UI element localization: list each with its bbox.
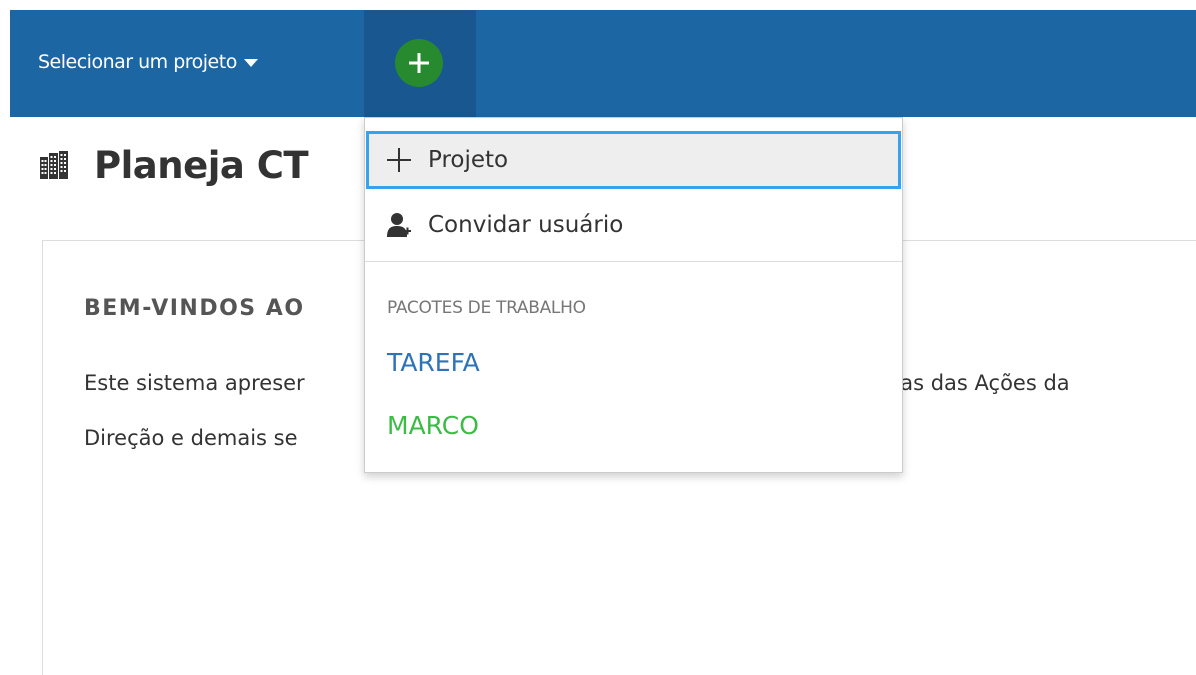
work-package-milestone-link[interactable]: MARCO (387, 411, 479, 440)
page-title: Planeja CT (94, 143, 309, 187)
menu-item-project[interactable]: Projeto (366, 131, 901, 189)
building-icon (40, 151, 68, 179)
add-dropdown-menu: Projeto Convidar usuário PACOTES DE TRAB… (364, 117, 903, 473)
page: Selecionar um projeto Planeja CT BEM-VIN… (0, 0, 1196, 675)
menu-item-invite-user[interactable]: Convidar usuário (366, 196, 901, 254)
add-user-icon (387, 213, 411, 237)
work-package-task-link[interactable]: TAREFA (387, 348, 480, 377)
page-header: Planeja CT (40, 140, 309, 190)
menu-item-project-label: Projeto (428, 147, 509, 173)
work-packages-section-label: PACOTES DE TRABALHO (387, 298, 586, 318)
welcome-text-line-1-end: tas das Ações da (892, 371, 1070, 395)
welcome-heading: BEM-VINDOS AO (84, 296, 305, 321)
project-select-dropdown[interactable]: Selecionar um projeto (38, 47, 258, 77)
plus-icon (387, 148, 411, 172)
welcome-text-line-1-start: Este sistema apreser (84, 371, 305, 395)
welcome-text-line-2-start: Direção e demais se (84, 426, 298, 450)
menu-divider (365, 261, 902, 262)
top-bar: Selecionar um projeto (0, 0, 1196, 117)
add-button[interactable] (395, 39, 443, 87)
plus-icon (409, 53, 429, 73)
menu-item-invite-user-label: Convidar usuário (428, 212, 624, 238)
caret-down-icon (243, 59, 258, 67)
project-select-label: Selecionar um projeto (38, 51, 237, 73)
